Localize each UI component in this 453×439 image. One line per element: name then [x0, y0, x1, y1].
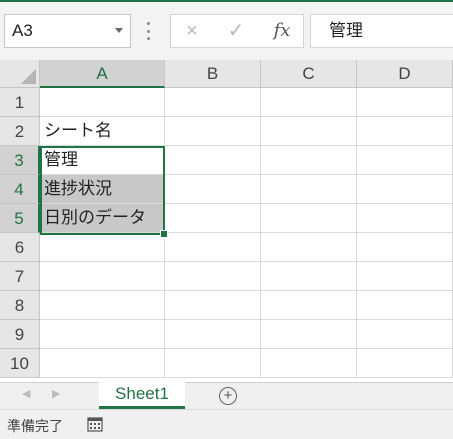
add-sheet-icon[interactable]: +	[219, 387, 237, 405]
splitter-dots-icon[interactable]	[147, 22, 150, 40]
cell-a1[interactable]	[40, 88, 165, 117]
cell-c10[interactable]	[261, 349, 357, 378]
cell-c3[interactable]	[261, 146, 357, 175]
cell-c1[interactable]	[261, 88, 357, 117]
row-header-8[interactable]: 8	[0, 291, 40, 320]
row-header-3[interactable]: 3	[0, 146, 40, 175]
cell-a4[interactable]: 進捗状況	[40, 175, 165, 204]
cell-b3[interactable]	[165, 146, 261, 175]
row-header-6[interactable]: 6	[0, 233, 40, 262]
cell-b7[interactable]	[165, 262, 261, 291]
status-bar: 準備完了	[0, 409, 453, 439]
cell-c2[interactable]	[261, 117, 357, 146]
cell-b5[interactable]	[165, 204, 261, 233]
sheet-tab-sheet1[interactable]: Sheet1	[99, 382, 185, 409]
cell-a2[interactable]: シート名	[40, 117, 165, 146]
cell-b1[interactable]	[165, 88, 261, 117]
formula-bar-area: A3 × ✓ fx 管理	[0, 2, 453, 60]
formula-buttons: × ✓ fx	[170, 14, 304, 48]
row-header-4[interactable]: 4	[0, 175, 40, 204]
column-header-a[interactable]: A	[40, 60, 165, 88]
row-header-2[interactable]: 2	[0, 117, 40, 146]
cell-b4[interactable]	[165, 175, 261, 204]
cell-d8[interactable]	[357, 291, 453, 320]
row-header-5[interactable]: 5	[0, 204, 40, 233]
cell-c5[interactable]	[261, 204, 357, 233]
row-header-1[interactable]: 1	[0, 88, 40, 117]
cell-d7[interactable]	[357, 262, 453, 291]
cell-c6[interactable]	[261, 233, 357, 262]
column-header-c[interactable]: C	[261, 60, 357, 88]
name-box[interactable]: A3	[4, 14, 131, 48]
cell-c9[interactable]	[261, 320, 357, 349]
column-header-b[interactable]: B	[165, 60, 261, 88]
cell-d6[interactable]	[357, 233, 453, 262]
cell-d2[interactable]	[357, 117, 453, 146]
row-header-7[interactable]: 7	[0, 262, 40, 291]
scroll-right-icon[interactable]: ▶	[52, 387, 60, 400]
cell-a6[interactable]	[40, 233, 165, 262]
macro-record-icon[interactable]	[87, 417, 103, 432]
cell-a5[interactable]: 日別のデータ	[40, 204, 165, 233]
cell-a3[interactable]: 管理	[40, 146, 165, 175]
name-box-value: A3	[12, 21, 33, 40]
select-all-corner[interactable]	[0, 60, 40, 88]
enter-icon[interactable]: ✓	[221, 15, 251, 47]
scroll-left-icon[interactable]: ◀	[22, 387, 30, 400]
cell-b10[interactable]	[165, 349, 261, 378]
status-text: 準備完了	[7, 418, 63, 434]
cell-d5[interactable]	[357, 204, 453, 233]
cell-c4[interactable]	[261, 175, 357, 204]
cell-d4[interactable]	[357, 175, 453, 204]
row-header-10[interactable]: 10	[0, 349, 40, 378]
cell-d1[interactable]	[357, 88, 453, 117]
cell-a8[interactable]	[40, 291, 165, 320]
row-header-9[interactable]: 9	[0, 320, 40, 349]
insert-function-icon[interactable]: fx	[267, 15, 297, 47]
cell-a9[interactable]	[40, 320, 165, 349]
formula-input[interactable]: 管理	[310, 14, 453, 48]
cell-d9[interactable]	[357, 320, 453, 349]
cell-a10[interactable]	[40, 349, 165, 378]
cell-c7[interactable]	[261, 262, 357, 291]
cell-b8[interactable]	[165, 291, 261, 320]
chevron-down-icon[interactable]	[115, 28, 123, 33]
sheet-tab-bar: ◀ ▶ Sheet1 +	[0, 382, 453, 409]
cell-d10[interactable]	[357, 349, 453, 378]
column-header-d[interactable]: D	[357, 60, 453, 88]
cell-d3[interactable]	[357, 146, 453, 175]
fill-handle[interactable]	[160, 230, 168, 238]
worksheet-grid: A B C D 1 2 3 4 5 6 7 8 9 10 シート名 管理 進捗状況日…	[0, 60, 453, 382]
cell-c8[interactable]	[261, 291, 357, 320]
cell-b2[interactable]	[165, 117, 261, 146]
cell-a7[interactable]	[40, 262, 165, 291]
cancel-icon[interactable]: ×	[177, 15, 207, 47]
cell-b9[interactable]	[165, 320, 261, 349]
cell-b6[interactable]	[165, 233, 261, 262]
